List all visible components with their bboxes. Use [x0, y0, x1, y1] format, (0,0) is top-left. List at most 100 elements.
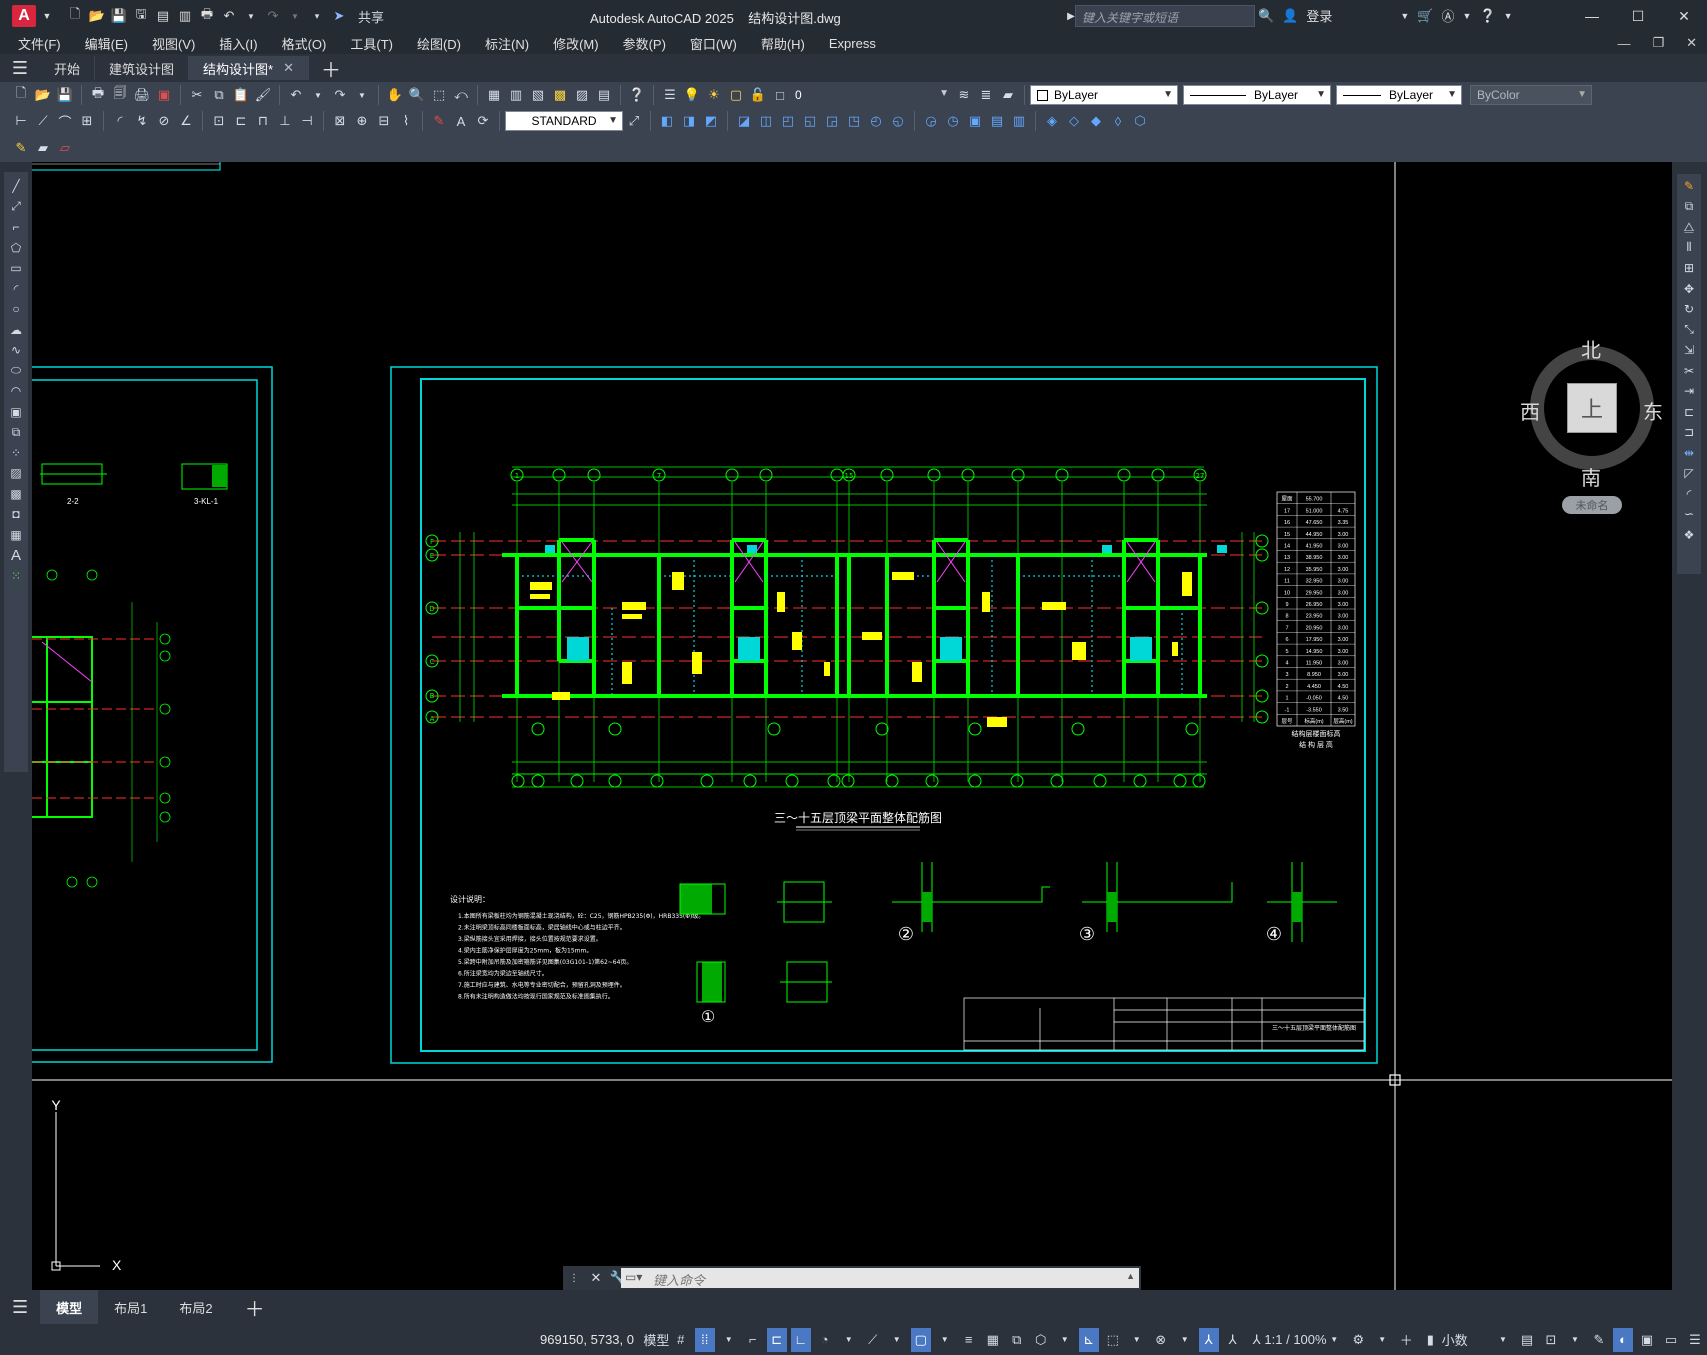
polyline-icon[interactable]: ⌐ [6, 217, 26, 238]
layer-lock-icon[interactable]: 🔓 [748, 85, 768, 105]
doc-minimize-icon[interactable]: — [1617, 36, 1630, 51]
stretch-icon[interactable]: ⇲ [1679, 340, 1699, 361]
viewcube-east[interactable]: 东 [1643, 396, 1663, 425]
viewcube-north[interactable]: 北 [1581, 334, 1601, 363]
grip-handle-icon[interactable]: ⋮ [563, 1267, 585, 1289]
customize-status-icon[interactable]: ▭ [1661, 1328, 1681, 1352]
redo-icon[interactable]: ↷ [264, 7, 282, 25]
calculator-icon[interactable]: ▤ [594, 85, 614, 105]
view-iso-ne-icon[interactable]: ◆ [1086, 111, 1106, 131]
quick-properties-icon[interactable]: ▤ [1517, 1328, 1537, 1352]
ucs-icon[interactable]: ◧ [657, 111, 677, 131]
save-as-icon[interactable]: 🖫 [132, 6, 150, 25]
viewcube-west[interactable]: 西 [1520, 396, 1540, 425]
view-left-icon[interactable]: ▣ [965, 111, 985, 131]
offset-icon[interactable]: ⫴ [1679, 238, 1699, 259]
publish-icon[interactable]: ▥ [176, 7, 194, 25]
menu-view[interactable]: 视图(V) [152, 34, 195, 53]
tab-model[interactable]: 模型 [40, 1290, 99, 1324]
trim-icon[interactable]: ✂ [1679, 361, 1699, 382]
linetype-dropdown[interactable]: ByLayer ▼ [1183, 85, 1331, 105]
break-icon[interactable]: ⊐ [1679, 422, 1699, 443]
menu-file[interactable]: 文件(F) [18, 34, 61, 53]
copy-icon[interactable]: ⧉ [209, 85, 229, 105]
open-file-icon[interactable]: 📂 [88, 7, 106, 25]
ortho-mode-icon[interactable]: ∟ [790, 1327, 811, 1352]
lineweight-dropdown[interactable]: ByLayer ▼ [1336, 85, 1462, 105]
point-icon[interactable]: ⁘ [6, 443, 26, 464]
angular-dimension-icon[interactable]: ∠ [176, 111, 196, 131]
chevron-down-icon[interactable]: ▼ [1504, 11, 1513, 21]
dropdown-icon[interactable]: ▼ [308, 85, 328, 105]
view-bottom-icon[interactable]: ◷ [943, 111, 963, 131]
view-iso-nw-icon[interactable]: ◊ [1108, 111, 1128, 131]
polygon-icon[interactable]: ⬠ [6, 238, 26, 259]
dimension-edit-icon[interactable]: ✎ [429, 111, 449, 131]
rotate-icon[interactable]: ↻ [1679, 299, 1699, 320]
erase-icon[interactable]: ✎ [1679, 176, 1699, 197]
save-icon[interactable]: 💾 [110, 7, 128, 25]
edit-block-icon[interactable]: ✎ [11, 138, 31, 158]
layout-menu-icon[interactable]: ☰ [0, 1290, 40, 1324]
mirror-icon[interactable]: ⧋ [1679, 217, 1699, 238]
dimension-style-dropdown[interactable]: STANDARD ▼ [505, 111, 623, 131]
design-center-icon[interactable]: ▥ [506, 85, 526, 105]
tolerance-icon[interactable]: ⊠ [330, 111, 350, 131]
layer-dropdown[interactable]: 0 ▼ [789, 85, 953, 105]
chevron-down-icon[interactable]: ▼ [1493, 1328, 1513, 1352]
layer-thaw-icon[interactable]: ☀ [704, 85, 724, 105]
units-value[interactable]: 小数 [1442, 1328, 1468, 1352]
layer-viewport-icon[interactable]: ▢ [726, 85, 746, 105]
linear-dimension-icon[interactable]: ⊢ [11, 111, 31, 131]
chevron-down-icon[interactable]: ▼ [1400, 11, 1409, 21]
gradient-icon[interactable]: ▩ [6, 484, 26, 505]
gizmo-icon[interactable]: ⊗ [1151, 1328, 1171, 1352]
paste-icon[interactable]: 📋 [231, 85, 251, 105]
table-icon[interactable]: ▦ [6, 525, 26, 546]
ellipse-icon[interactable]: ⬭ [6, 361, 26, 382]
text-icon[interactable]: A [6, 545, 26, 566]
diameter-dimension-icon[interactable]: ⊘ [154, 111, 174, 131]
make-current-layer-icon[interactable]: ≋ [954, 85, 974, 105]
command-input[interactable]: 键入命令 [621, 1268, 1139, 1288]
extend-icon[interactable]: ⇥ [1679, 381, 1699, 402]
transparency-icon[interactable]: ▦ [983, 1328, 1003, 1352]
make-block-icon[interactable]: ⧉ [6, 422, 26, 443]
share-icon[interactable]: ➤ [330, 7, 348, 25]
chevron-down-icon[interactable]: ▼ [38, 7, 56, 25]
open-icon[interactable]: 📂 [33, 85, 53, 105]
blend-curves-icon[interactable]: ∽ [1679, 504, 1699, 525]
tab-layout-1[interactable]: 布局1 [98, 1290, 163, 1324]
plot-preview-icon[interactable]: 🗐 [110, 85, 130, 105]
pan-icon[interactable]: ✋ [385, 85, 405, 105]
close-command-icon[interactable]: ✕ [585, 1267, 607, 1289]
view-front-icon[interactable]: ▥ [1009, 111, 1029, 131]
sheet-set-icon[interactable]: ▩ [550, 85, 570, 105]
copy-object-icon[interactable]: ⧉ [1679, 197, 1699, 218]
ucs-previous-icon[interactable]: ◩ [701, 111, 721, 131]
help-icon[interactable]: ❔ [1479, 8, 1495, 24]
chevron-down-icon[interactable]: ▼ [935, 1328, 955, 1352]
move-icon[interactable]: ✥ [1679, 279, 1699, 300]
plot-icon[interactable]: 🖶 [88, 85, 108, 105]
rectangle-icon[interactable]: ▭ [6, 258, 26, 279]
line-icon[interactable]: ╱ [6, 176, 26, 197]
model-space-toggle[interactable]: 模型 [643, 1328, 669, 1352]
baseline-dimension-icon[interactable]: ⊏ [231, 111, 251, 131]
revision-cloud-icon[interactable]: ☁ [6, 320, 26, 341]
camera-icon[interactable]: ⬡ [1130, 111, 1150, 131]
arc-length-icon[interactable]: ⌒ [55, 111, 75, 131]
dimension-update-icon[interactable]: ⟳ [473, 111, 493, 131]
menu-parametric[interactable]: 参数(P) [623, 34, 666, 53]
undo-icon[interactable]: ↶ [220, 7, 238, 25]
viewcube-south[interactable]: 南 [1581, 462, 1601, 491]
share-button[interactable]: 共享 [358, 7, 384, 26]
menu-modify[interactable]: 修改(M) [553, 34, 599, 53]
chevron-down-icon[interactable]: ▼ [839, 1328, 859, 1352]
tab-start[interactable]: 开始 [40, 56, 96, 80]
login-button[interactable]: 登录 [1306, 6, 1332, 25]
doc-restore-icon[interactable]: ❐ [1652, 35, 1664, 51]
dynamic-ucs-icon[interactable]: ⊾ [1078, 1327, 1099, 1352]
command-history-icon[interactable]: ▭▾ [625, 1270, 642, 1284]
ellipse-arc-icon[interactable]: ◠ [6, 381, 26, 402]
